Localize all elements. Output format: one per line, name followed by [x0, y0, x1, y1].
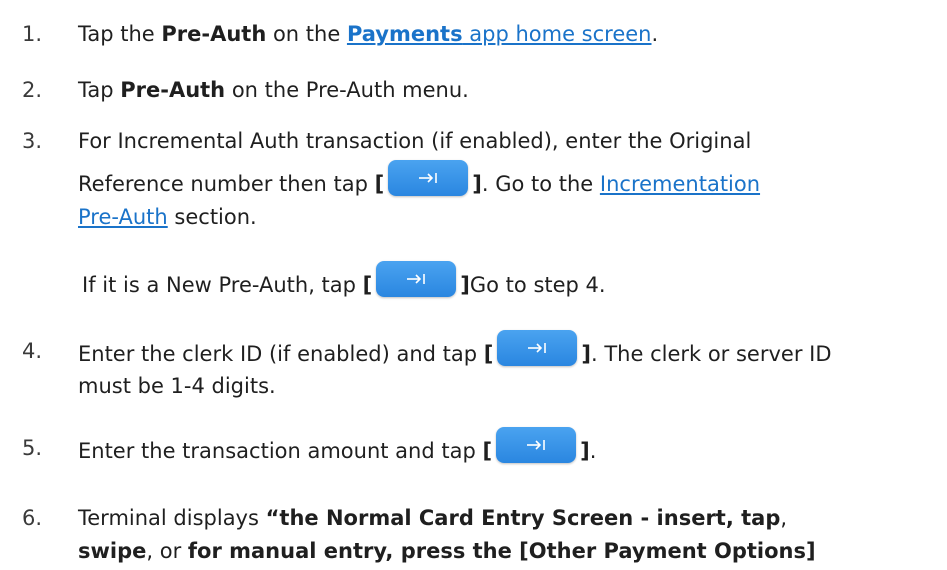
- step-6-bold-2: swipe: [78, 539, 147, 563]
- step-3-line-2-pre: Reference number then tap: [78, 172, 375, 196]
- step-1-text: Tap the Pre-Auth on the Payments app hom…: [78, 20, 658, 48]
- tab-arrow-icon: [419, 173, 438, 183]
- step-1-bold: Pre-Auth: [161, 22, 267, 46]
- step-6-bold-3: for manual entry, press the [Other Payme…: [187, 539, 816, 563]
- payments-link-bold: Payments: [346, 22, 463, 46]
- step-1-pre: Tap the: [78, 22, 162, 46]
- step-1-number: 1.: [22, 22, 43, 46]
- step-3-line-2-post: . Go to the: [481, 172, 600, 196]
- step-5-pre: Enter the transaction amount and tap: [78, 439, 483, 463]
- payments-home-link[interactable]: Payments app home screen: [347, 22, 652, 46]
- step-4-line-1: Enter the clerk ID (if enabled) and tap …: [78, 330, 832, 373]
- bracket-close: ]: [581, 342, 591, 366]
- step-4-line-2: must be 1-4 digits.: [78, 374, 276, 398]
- step-6-number: 6.: [22, 506, 43, 530]
- step-4-number: 4.: [22, 339, 43, 363]
- next-button[interactable]: [496, 427, 577, 463]
- next-button[interactable]: [388, 160, 469, 196]
- next-button[interactable]: [376, 261, 457, 297]
- step-4-pre: Enter the clerk ID (if enabled) and tap: [78, 342, 484, 366]
- tab-arrow-icon: [528, 343, 547, 353]
- step-6-comma: ,: [780, 506, 788, 530]
- next-button[interactable]: [497, 330, 578, 366]
- payments-link-rest: app home screen: [462, 22, 652, 46]
- step-4-post: . The clerk or server ID: [590, 342, 832, 366]
- new-preauth-pre: If it is a New Pre-Auth, tap: [82, 273, 363, 297]
- step-5-text: Enter the transaction amount and tap [].: [78, 427, 597, 470]
- step-2-number: 2.: [22, 78, 43, 102]
- step-2-text: Tap Pre-Auth on the Pre-Auth menu.: [78, 76, 469, 104]
- step-6-mid: , or: [146, 539, 188, 563]
- step-3-line-1: For Incremental Auth transaction (if ena…: [78, 129, 752, 153]
- step-5-post: .: [589, 439, 597, 463]
- new-preauth-post: Go to step 4.: [469, 273, 606, 297]
- step-6-bold-1: “the Normal Card Entry Screen - insert, …: [265, 506, 781, 530]
- bracket-open: [: [362, 273, 373, 297]
- step-3-new-preauth: If it is a New Pre-Auth, tap []Go to ste…: [82, 261, 606, 304]
- step-1-post: .: [651, 22, 659, 46]
- step-3-line-2: Reference number then tap []. Go to the …: [78, 160, 760, 203]
- bracket-close: ]: [460, 273, 470, 297]
- bracket-close: ]: [580, 439, 590, 463]
- bracket-open: [: [374, 172, 385, 196]
- tab-arrow-icon: [527, 440, 545, 450]
- step-1-mid: on the: [266, 22, 347, 46]
- step-2-post: on the Pre-Auth menu.: [225, 78, 469, 102]
- incrementation-link-2[interactable]: Pre-Auth: [78, 205, 168, 229]
- step-2-bold: Pre-Auth: [120, 78, 226, 102]
- step-3-number: 3.: [22, 129, 43, 153]
- incrementation-link-1[interactable]: Incrementation: [600, 172, 760, 196]
- bracket-close: ]: [472, 172, 482, 196]
- step-6-pre: Terminal displays: [78, 506, 266, 530]
- step-6-line-1: Terminal displays “the Normal Card Entry…: [78, 504, 787, 532]
- step-3-line-3-post: section.: [167, 205, 257, 229]
- step-6-line-2: swipe, or for manual entry, press the [O…: [78, 537, 816, 565]
- bracket-open: [: [483, 342, 494, 366]
- tab-arrow-icon: [407, 274, 426, 284]
- bracket-open: [: [482, 439, 493, 463]
- step-2-pre: Tap: [78, 78, 121, 102]
- step-3-line-3: Pre-Auth section.: [78, 203, 257, 231]
- step-5-number: 5.: [22, 436, 43, 460]
